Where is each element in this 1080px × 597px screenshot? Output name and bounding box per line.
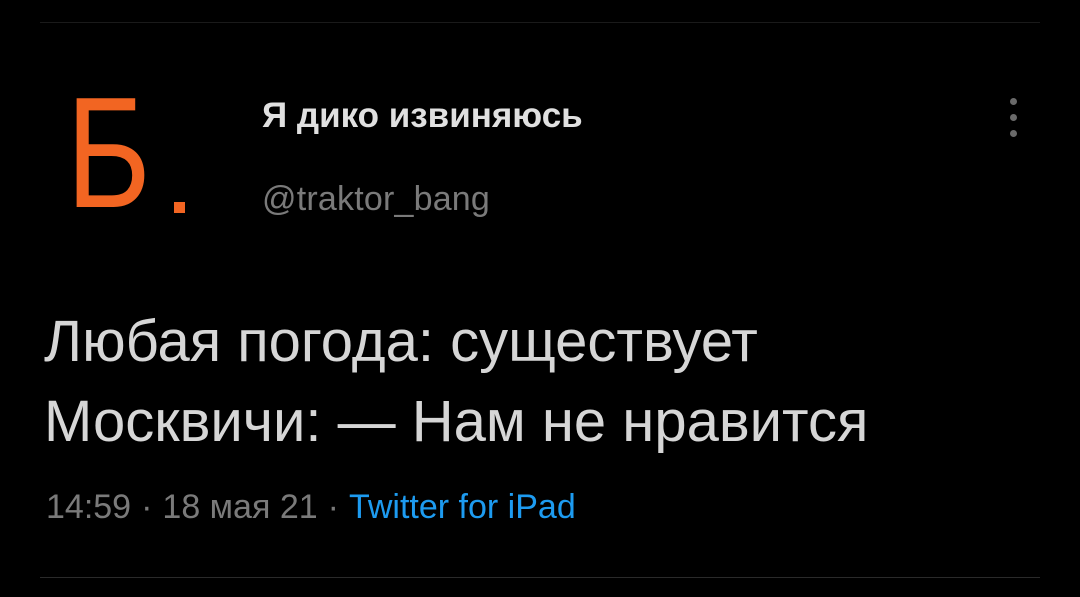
more-vertical-icon	[1010, 98, 1017, 105]
tweet-line: Москвичи: — Нам не нравится	[44, 389, 869, 454]
avatar-letter: Б	[66, 65, 152, 241]
more-options-button[interactable]	[998, 96, 1028, 142]
tweet-time[interactable]: 14:59	[46, 488, 131, 526]
top-divider	[40, 22, 1040, 23]
tweet-meta: 14:59 · 18 мая 21 · Twitter for iPad	[46, 488, 576, 527]
tweet-date[interactable]: 18 мая 21	[162, 488, 317, 526]
tweet-text: Любая погода: существует Москвичи: — Нам…	[44, 302, 1054, 462]
tweet-line: Любая погода: существует	[44, 309, 758, 374]
avatar-dot	[174, 202, 185, 213]
bottom-divider	[40, 577, 1040, 578]
display-name[interactable]: Я дико извиняюсь	[262, 96, 583, 136]
meta-separator: ·	[141, 488, 153, 526]
meta-separator: ·	[327, 488, 339, 526]
avatar[interactable]: Б	[66, 74, 196, 234]
more-vertical-icon-dot	[1010, 114, 1017, 121]
tweet-source-link[interactable]: Twitter for iPad	[349, 488, 576, 526]
user-handle[interactable]: @traktor_bang	[262, 180, 490, 219]
more-vertical-icon-dot	[1010, 130, 1017, 137]
